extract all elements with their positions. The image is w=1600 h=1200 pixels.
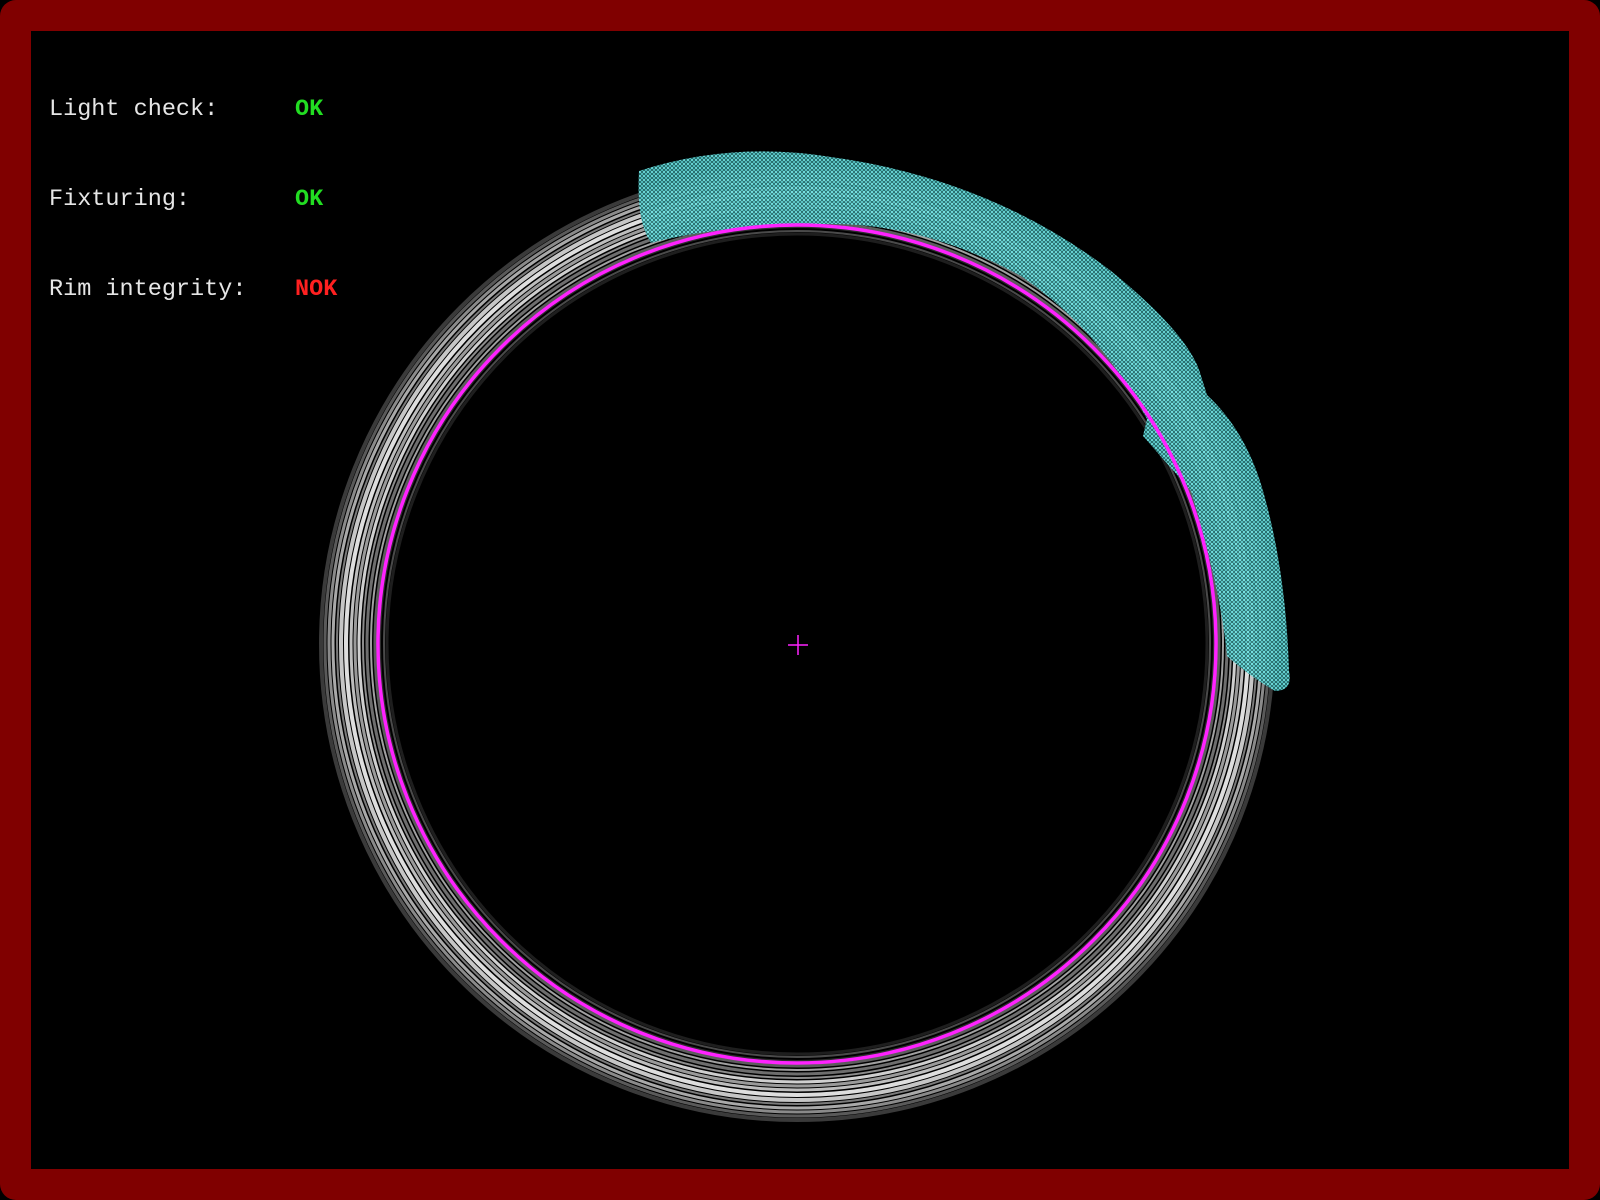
camera-viewport: Light check: OK Fixturing: OK Rim integr… [31,31,1569,1169]
status-label: Rim integrity: [49,276,247,303]
detected-inner-edge [376,223,1218,1065]
status-value-ok: OK [295,186,324,213]
crosshair-icon [788,635,808,655]
status-value-ok: OK [295,96,324,123]
status-row-light-check: Light check: OK [49,95,337,125]
status-panel: Light check: OK Fixturing: OK Rim integr… [49,35,337,365]
status-value-nok: NOK [295,276,338,303]
status-label: Light check: [49,96,219,123]
status-row-fixturing: Fixturing: OK [49,185,337,215]
status-row-rim-integrity: Rim integrity: NOK [49,275,337,305]
inspection-frame: Light check: OK Fixturing: OK Rim integr… [0,0,1600,1200]
status-label: Fixturing: [49,186,191,213]
